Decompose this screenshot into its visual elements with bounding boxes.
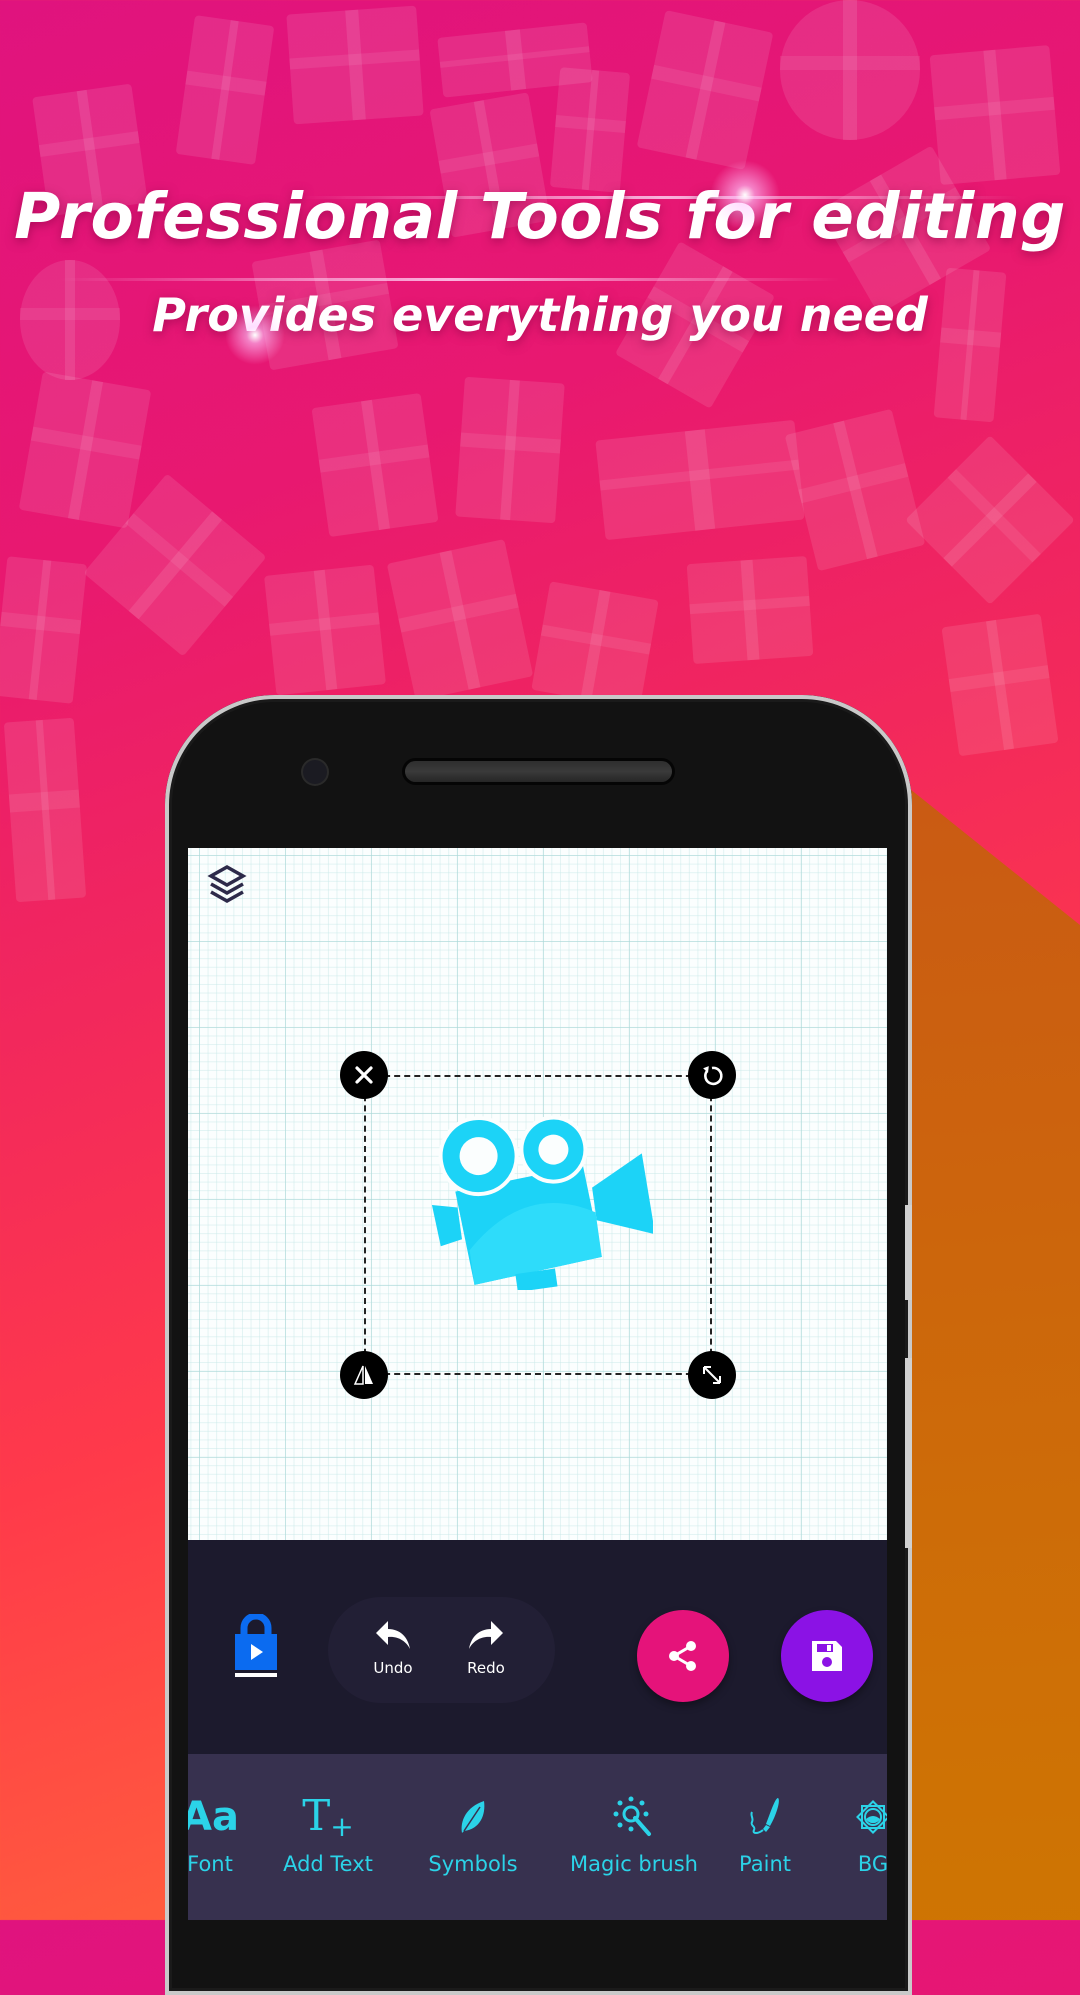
promo-subtitle: Provides everything you need — [152, 288, 928, 342]
tool-label: Add Text — [283, 1852, 373, 1876]
save-icon — [812, 1641, 842, 1671]
tools-bar: Aa Font T+ Add Text Symbols Magic brush … — [188, 1754, 887, 1920]
lock-play-icon — [235, 1612, 277, 1677]
app-screen: Undo Redo Aa Font T+ Add Text Symbols Ma… — [188, 848, 887, 1920]
undo-label: Undo — [373, 1659, 413, 1677]
background-icon — [856, 1800, 887, 1834]
tool-label: BG — [857, 1852, 887, 1876]
delete-handle[interactable] — [340, 1051, 388, 1099]
flip-icon — [353, 1365, 373, 1385]
lock-button[interactable] — [233, 1612, 279, 1678]
tool-add-text[interactable]: T+ Add Text — [253, 1791, 403, 1876]
phone-side-button — [905, 1205, 912, 1300]
layers-button[interactable] — [207, 864, 247, 904]
movie-camera-sticker[interactable] — [428, 1110, 653, 1290]
action-bar: Undo Redo — [188, 1540, 887, 1754]
magic-brush-icon — [613, 1796, 651, 1836]
editor-canvas[interactable] — [188, 848, 887, 1540]
share-icon — [669, 1641, 696, 1671]
rotate-icon — [703, 1066, 723, 1086]
add-text-icon: T+ — [302, 1791, 354, 1843]
lens-flare — [710, 160, 780, 230]
save-button[interactable] — [781, 1610, 873, 1702]
front-camera — [303, 760, 327, 784]
tool-magic-brush[interactable]: Magic brush — [559, 1796, 709, 1876]
flip-handle[interactable] — [340, 1351, 388, 1399]
undo-button[interactable]: Undo — [353, 1611, 433, 1691]
tool-label: Font — [188, 1852, 233, 1876]
paint-brush-icon — [750, 1798, 779, 1834]
undo-icon — [376, 1621, 410, 1649]
close-icon — [355, 1066, 373, 1084]
share-button[interactable] — [637, 1610, 729, 1702]
promo-title: Professional Tools for editing — [14, 180, 1066, 253]
leaf-icon — [461, 1801, 485, 1833]
tool-label: Paint — [739, 1852, 791, 1876]
tool-label: Magic brush — [570, 1852, 698, 1876]
undo-redo-group: Undo Redo — [328, 1597, 555, 1703]
redo-icon — [469, 1621, 503, 1649]
resize-handle[interactable] — [688, 1351, 736, 1399]
font-icon: Aa — [188, 1794, 239, 1840]
tool-symbols[interactable]: Symbols — [398, 1796, 548, 1876]
phone-volume-button — [905, 1358, 912, 1548]
phone-speaker — [405, 761, 672, 782]
tool-label: Symbols — [428, 1852, 518, 1876]
rotate-handle[interactable] — [688, 1051, 736, 1099]
layers-icon — [207, 864, 247, 904]
tool-bg[interactable]: BG — [798, 1796, 887, 1876]
redo-label: Redo — [467, 1659, 505, 1677]
redo-button[interactable]: Redo — [446, 1611, 526, 1691]
lens-flare — [225, 305, 285, 365]
lens-flare-line — [60, 278, 840, 281]
resize-icon — [703, 1366, 721, 1384]
